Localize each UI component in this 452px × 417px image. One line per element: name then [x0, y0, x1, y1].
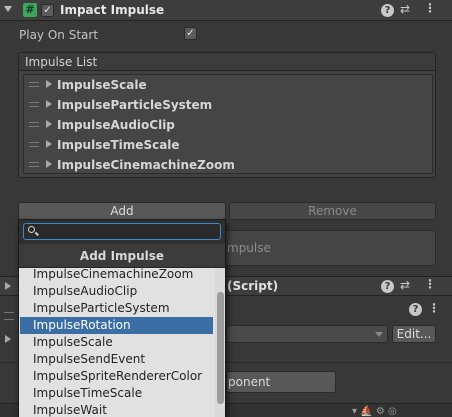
background-dropdown[interactable]	[226, 325, 388, 343]
scrollbar-thumb[interactable]	[217, 292, 224, 404]
popup-item[interactable]: ImpulseSpriteRendererColor	[20, 368, 213, 385]
search-icon	[28, 226, 35, 233]
expand-arrow-icon[interactable]	[46, 120, 52, 128]
popup-item[interactable]: ImpulseSendEvent	[20, 351, 213, 368]
expand-arrow-icon[interactable]	[46, 160, 52, 168]
context-menu-icon[interactable]: ⋮	[428, 301, 440, 315]
drag-handle-icon[interactable]	[29, 102, 39, 107]
help-icon[interactable]: ?	[409, 303, 422, 316]
drag-handle-icon[interactable]	[29, 162, 39, 167]
context-menu-icon[interactable]: ⋮	[424, 277, 436, 291]
list-item[interactable]: ImpulseTimeScale	[24, 135, 432, 155]
drag-handle-icon[interactable]	[29, 82, 39, 87]
help-icon[interactable]: ?	[381, 4, 394, 17]
drag-handle-icon[interactable]	[29, 142, 39, 147]
chevron-down-icon	[375, 332, 383, 337]
list-item-label: ImpulseAudioClip	[57, 118, 175, 132]
background-impulse-text: mpulse	[227, 241, 271, 255]
component-enabled-checkbox[interactable]: ✓	[41, 4, 54, 17]
presets-icon[interactable]: ⇄	[400, 278, 410, 292]
popup-title: Add Impulse	[19, 244, 225, 268]
collapsed-arrow-icon[interactable]	[5, 335, 11, 343]
expand-arrow-icon[interactable]	[46, 100, 52, 108]
impulse-list: Impulse List ImpulseScale ImpulseParticl…	[18, 52, 436, 178]
expand-arrow-icon[interactable]	[46, 140, 52, 148]
foldout-arrow-icon[interactable]	[4, 6, 12, 12]
status-icons: ▾ ⛵ ⚙ ◎	[352, 406, 397, 417]
popup-item[interactable]: ImpulseAudioClip	[20, 283, 213, 300]
add-button[interactable]: Add	[18, 202, 226, 220]
popup-item[interactable]: ImpulseTimeScale	[20, 385, 213, 402]
popup-item[interactable]: ImpulseParticleSystem	[20, 300, 213, 317]
drag-handle-icon[interactable]	[29, 122, 39, 127]
list-item[interactable]: ImpulseAudioClip	[24, 115, 432, 135]
remove-button[interactable]: Remove	[229, 202, 436, 220]
add-component-button[interactable]: ponent	[226, 371, 336, 393]
help-icon[interactable]: ?	[381, 280, 394, 293]
component-title: Impact Impulse	[60, 3, 165, 17]
popup-list[interactable]: ImpulseCinemachineZoom ImpulseAudioClip …	[19, 268, 225, 417]
presets-icon[interactable]: ⇄	[400, 2, 410, 16]
collapsed-arrow-icon[interactable]	[5, 282, 11, 290]
impulse-list-header: Impulse List	[19, 53, 435, 71]
add-impulse-popup: Add Impulse ImpulseCinemachineZoom Impul…	[18, 219, 226, 417]
drag-handle-icon[interactable]	[4, 312, 14, 320]
list-item[interactable]: ImpulseParticleSystem	[24, 95, 432, 115]
list-item-label: ImpulseCinemachineZoom	[57, 158, 235, 172]
search-field[interactable]	[23, 223, 221, 240]
play-on-start-label: Play On Start	[19, 28, 99, 42]
popup-item[interactable]: ImpulseCinemachineZoom	[20, 268, 213, 283]
component-header[interactable]: # ✓ Impact Impulse ? ⇄ ⋮	[0, 0, 452, 21]
list-item-label: ImpulseParticleSystem	[57, 98, 213, 112]
list-item-label: ImpulseTimeScale	[57, 138, 180, 152]
play-on-start-checkbox[interactable]: ✓	[184, 27, 197, 40]
edit-button[interactable]: Edit...	[392, 325, 436, 343]
list-item[interactable]: ImpulseCinemachineZoom	[24, 155, 432, 175]
popup-item[interactable]: ImpulseWait	[20, 402, 213, 417]
impulse-list-items: ImpulseScale ImpulseParticleSystem Impul…	[23, 74, 433, 174]
expand-arrow-icon[interactable]	[46, 80, 52, 88]
script-title-fragment: (Script)	[227, 279, 279, 293]
context-menu-icon[interactable]: ⋮	[424, 1, 436, 15]
popup-item-selected[interactable]: ImpulseRotation	[20, 317, 213, 334]
list-item-label: ImpulseScale	[57, 78, 147, 92]
popup-item[interactable]: ImpulseScale	[20, 334, 213, 351]
list-item[interactable]: ImpulseScale	[24, 75, 432, 95]
script-hash-icon: #	[23, 3, 37, 17]
